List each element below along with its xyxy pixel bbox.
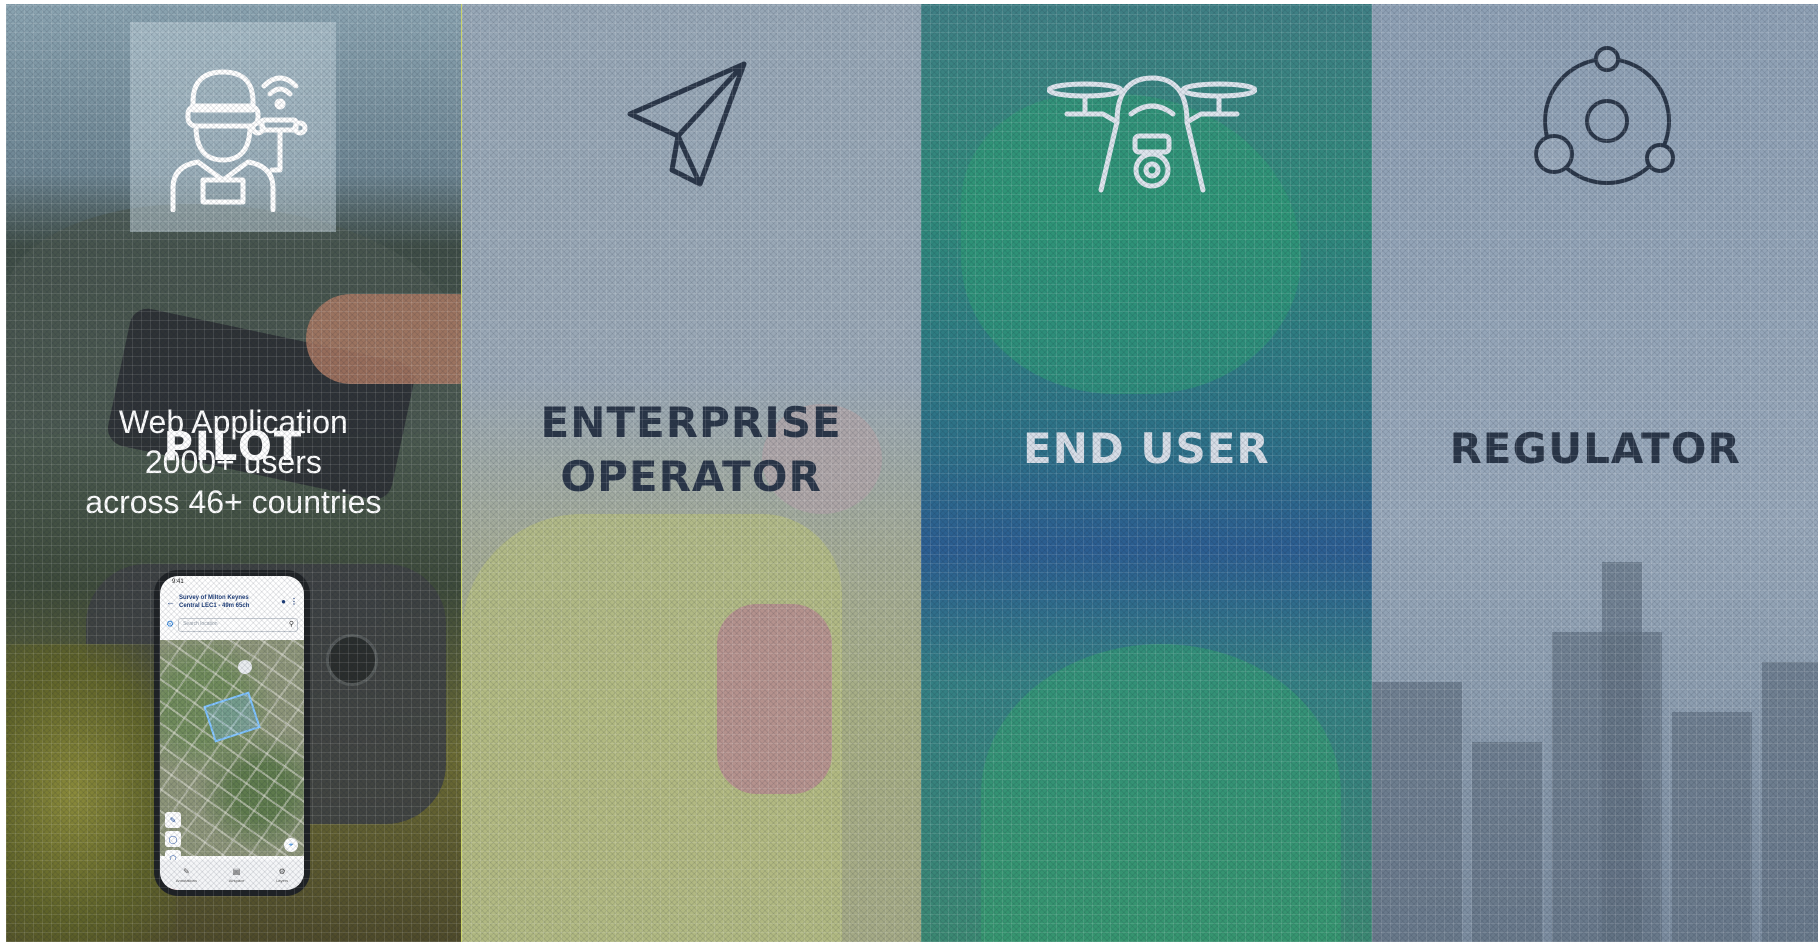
controller-stick bbox=[326, 634, 378, 686]
header-line-1: Survey of Milton Keynes bbox=[179, 595, 249, 601]
orbit-network-icon bbox=[1534, 46, 1676, 185]
background-red-bag bbox=[716, 604, 832, 794]
map-view[interactable]: ✎ ◯ ⬠ ◎ ✕ ⌖ bbox=[160, 640, 304, 890]
draw-line-icon[interactable]: ✎ bbox=[165, 812, 181, 828]
map-marker[interactable] bbox=[238, 660, 252, 674]
layers-icon: ⚙ bbox=[278, 867, 286, 876]
pilot-with-drone-icon bbox=[170, 69, 308, 212]
phone-status-time: 9:41 bbox=[172, 579, 184, 585]
background-building bbox=[1602, 562, 1643, 942]
title-line-2: OPERATOR bbox=[560, 452, 822, 501]
header-line-2: Central LEC1 - 49m 65ch bbox=[179, 603, 250, 609]
survey-area-polygon[interactable] bbox=[203, 691, 261, 743]
panel-regulator: REGULATOR bbox=[1372, 4, 1818, 942]
background-building bbox=[1762, 662, 1818, 942]
overlay-line-3: across 46+ countries bbox=[85, 484, 382, 520]
tab-label: Annotations bbox=[175, 878, 198, 883]
tab-layers[interactable]: ⚙ Layers bbox=[276, 867, 288, 883]
notification-icon[interactable]: ● bbox=[281, 598, 286, 606]
pilot-icon-box bbox=[130, 22, 336, 232]
background-building bbox=[1372, 682, 1463, 942]
tab-airspace[interactable]: ▤ Airspace bbox=[229, 867, 245, 883]
title-line-1: ENTERPRISE bbox=[540, 398, 842, 447]
panel-title-regulator: REGULATOR bbox=[1449, 424, 1741, 473]
search-placeholder: Search location bbox=[183, 621, 218, 627]
more-menu-icon[interactable]: ⋮ bbox=[290, 598, 298, 606]
search-icon[interactable]: ⚲ bbox=[289, 620, 294, 628]
tab-label: Layers bbox=[276, 878, 289, 883]
search-row: ⚙ Search location ⚲ bbox=[160, 614, 304, 636]
background-hand bbox=[306, 294, 461, 384]
pencil-icon: ✎ bbox=[183, 867, 190, 876]
background-terrain bbox=[980, 644, 1341, 942]
settings-icon[interactable]: ⚙ bbox=[166, 620, 174, 630]
panel-pilot: Web Application 2000+ users across 46+ c… bbox=[6, 4, 461, 942]
persona-panels: Web Application 2000+ users across 46+ c… bbox=[6, 4, 1818, 942]
drone-icon bbox=[1046, 75, 1257, 193]
airspace-icon: ▤ bbox=[232, 867, 241, 876]
paper-plane-icon bbox=[627, 61, 747, 187]
panel-enterprise-operator: ENTERPRISE OPERATOR bbox=[460, 4, 921, 942]
draw-circle-icon[interactable]: ◯ bbox=[165, 831, 181, 847]
panel-end-user: END USER bbox=[920, 4, 1373, 942]
tab-annotations[interactable]: ✎ Annotations bbox=[176, 867, 197, 883]
search-input[interactable]: Search location ⚲ bbox=[178, 618, 298, 632]
back-arrow-icon[interactable]: ← bbox=[166, 598, 175, 607]
panel-title-enterprise-operator: ENTERPRISE OPERATOR bbox=[462, 396, 921, 504]
background-building bbox=[1672, 712, 1753, 942]
panel-title-pilot: PILOT bbox=[163, 424, 304, 470]
locate-me-icon[interactable]: ⌖ bbox=[284, 838, 298, 852]
phone-mockup: 9:41 ← Survey of Milton Keynes Central L… bbox=[154, 570, 310, 896]
background-foliage bbox=[6, 644, 176, 942]
bottom-tab-bar: ✎ Annotations ▤ Airspace ⚙ Layers bbox=[160, 860, 304, 890]
tab-label: Airspace bbox=[228, 878, 245, 883]
background-building bbox=[1472, 742, 1543, 942]
app-header: ← Survey of Milton Keynes Central LEC1 -… bbox=[160, 590, 304, 614]
app-header-title: Survey of Milton Keynes Central LEC1 - 4… bbox=[179, 594, 277, 610]
panel-title-end-user: END USER bbox=[1023, 424, 1270, 473]
phone-screen: 9:41 ← Survey of Milton Keynes Central L… bbox=[160, 576, 304, 890]
